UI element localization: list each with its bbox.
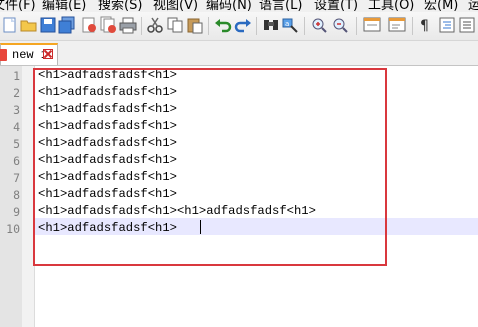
- line-number: 2: [13, 86, 20, 100]
- find-icon[interactable]: [262, 16, 280, 34]
- word-wrap-icon[interactable]: [388, 16, 406, 34]
- cut-icon[interactable]: [146, 16, 164, 34]
- toolbar-separator: [356, 17, 357, 35]
- menu-run[interactable]: 运: [468, 0, 478, 12]
- redo-icon[interactable]: [234, 16, 252, 34]
- line-number: 9: [13, 205, 20, 219]
- close-icon[interactable]: [80, 16, 98, 34]
- zoom-out-icon[interactable]: [331, 16, 349, 34]
- toolbar-separator: [256, 17, 257, 35]
- tab-new-1[interactable]: new 1: [0, 43, 58, 65]
- line-number: 10: [6, 222, 20, 236]
- toolbar-separator: [304, 17, 305, 35]
- toolbar: a ¶: [0, 12, 478, 41]
- menu-tools[interactable]: 工具(O): [368, 0, 414, 12]
- tab-bar: new 1: [0, 41, 478, 66]
- undo-icon[interactable]: [214, 16, 232, 34]
- menu-search[interactable]: 搜索(S): [98, 0, 142, 12]
- menu-view[interactable]: 视图(V): [153, 0, 198, 12]
- copy-icon[interactable]: [166, 16, 184, 34]
- open-file-icon[interactable]: [20, 16, 38, 34]
- close-all-icon[interactable]: [99, 16, 117, 34]
- editor[interactable]: 1 2 3 4 5 6 7 8 9 10 <h1>adfadsfadsf<h1>…: [0, 66, 478, 327]
- line-number: 4: [13, 120, 20, 134]
- line-number: 3: [13, 103, 20, 117]
- zoom-in-icon[interactable]: [310, 16, 328, 34]
- line-number: 8: [13, 188, 20, 202]
- line-number-gutter: 1 2 3 4 5 6 7 8 9 10: [0, 66, 22, 327]
- line-number: 6: [13, 154, 20, 168]
- menu-encoding[interactable]: 编码(N): [206, 0, 252, 12]
- indent-guide-icon[interactable]: [438, 16, 456, 34]
- annotation-highlight-box: [33, 68, 387, 266]
- line-number: 7: [13, 171, 20, 185]
- svg-text:a: a: [285, 20, 289, 28]
- toolbar-separator: [141, 17, 142, 35]
- sync-scroll-icon[interactable]: [363, 16, 381, 34]
- replace-icon[interactable]: a: [282, 16, 300, 34]
- menu-language[interactable]: 语言(L): [259, 0, 302, 12]
- save-icon[interactable]: [39, 16, 57, 34]
- menu-settings[interactable]: 设置(T): [314, 0, 358, 12]
- close-tab-icon[interactable]: [43, 49, 53, 59]
- paste-icon[interactable]: [186, 16, 204, 34]
- toolbar-separator: [208, 17, 209, 35]
- unsaved-file-icon: [0, 49, 7, 61]
- line-number: 1: [13, 69, 20, 83]
- menu-edit[interactable]: 编辑(E): [42, 0, 86, 12]
- toolbar-overflow-icon[interactable]: [458, 16, 476, 34]
- menu-file[interactable]: 文件(F): [0, 0, 36, 12]
- save-all-icon[interactable]: [58, 16, 76, 34]
- svg-text:¶: ¶: [420, 18, 429, 34]
- menu-macro[interactable]: 宏(M): [424, 0, 458, 12]
- show-all-icon[interactable]: ¶: [418, 16, 436, 34]
- menu-bar: 文件(F) 编辑(E) 搜索(S) 视图(V) 编码(N) 语言(L) 设置(T…: [0, 0, 478, 12]
- new-file-icon[interactable]: [1, 16, 19, 34]
- toolbar-separator: [412, 17, 413, 35]
- line-number: 5: [13, 137, 20, 151]
- print-icon[interactable]: [119, 16, 137, 34]
